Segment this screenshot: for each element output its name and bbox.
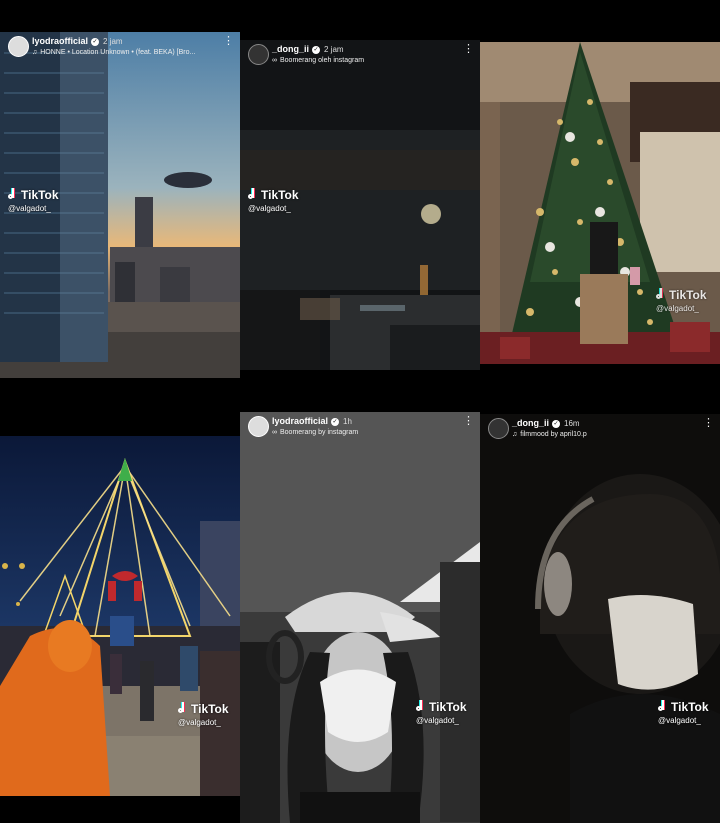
music-note-icon: ♫: [32, 49, 38, 56]
user-avatar[interactable]: [248, 44, 269, 65]
tiktok-logo-icon: [178, 702, 188, 714]
more-vertical-icon[interactable]: ⋮: [463, 416, 474, 427]
music-note-icon: ♫: [512, 431, 518, 438]
story-tile-night-window[interactable]: _dong_ii ✓ 2 jam ∞ Boomerang oleh instagram…: [240, 40, 480, 370]
infinity-icon: ∞: [272, 429, 277, 436]
more-vertical-icon[interactable]: ⋮: [703, 418, 714, 429]
verified-badge-icon: ✓: [552, 419, 561, 428]
story-username[interactable]: lyodraofficial ✓ 1h: [272, 416, 352, 426]
tiktok-logo-icon: [658, 700, 668, 712]
story-tile-bw-selfie[interactable]: lyodraofficial ✓ 1h ∞ Boomerang by instagra…: [240, 412, 480, 823]
user-avatar[interactable]: [248, 416, 269, 437]
tiktok-logo-icon: [656, 288, 666, 300]
tiktok-watermark: TikTok @valgadot_: [656, 288, 707, 313]
story-music-line[interactable]: ♫ HONNE • Location Unknown • (feat. BEKA)…: [32, 49, 195, 56]
verified-badge-icon: ✓: [91, 37, 100, 46]
story-tile-dark-portrait[interactable]: _dong_ii ✓ 16m ♫ filmmood by april10.p ⋮ Ti…: [480, 414, 720, 823]
story-tile-light-tree[interactable]: TikTok @valgadot_: [0, 436, 240, 796]
verified-badge-icon: ✓: [312, 45, 321, 54]
story-header: lyodraofficial ✓ 1h ∞ Boomerang by instagra…: [240, 412, 480, 452]
story-header: _dong_ii ✓ 16m ♫ filmmood by april10.p ⋮: [480, 414, 720, 454]
story-tile-christmas-tree[interactable]: TikTok @valgadot_: [480, 42, 720, 364]
light-tree-photo: [0, 436, 240, 796]
user-avatar[interactable]: [488, 418, 509, 439]
story-effect-line[interactable]: ∞ Boomerang oleh instagram: [272, 57, 364, 64]
story-tile-city-skyline[interactable]: lyodraofficial ✓ 2 jam ♫ HONNE • Location U…: [0, 32, 240, 378]
story-time: 1h: [343, 417, 352, 426]
story-effect-line[interactable]: ∞ Boomerang by instagram: [272, 429, 358, 436]
more-vertical-icon[interactable]: ⋮: [223, 36, 234, 47]
story-header: lyodraofficial ✓ 2 jam ♫ HONNE • Location U…: [0, 32, 240, 72]
bw-selfie-photo: [240, 412, 480, 823]
story-username[interactable]: lyodraofficial ✓ 2 jam: [32, 36, 123, 46]
more-vertical-icon[interactable]: ⋮: [463, 44, 474, 55]
story-time: 2 jam: [103, 37, 123, 46]
dark-portrait-photo: [480, 414, 720, 823]
tiktok-watermark: TikTok @valgadot_: [178, 702, 229, 727]
tiktok-watermark: TikTok @valgadot_: [416, 700, 467, 725]
story-username[interactable]: _dong_ii ✓ 16m: [512, 418, 580, 428]
tiktok-watermark: TikTok @valgadot_: [8, 188, 59, 213]
christmas-tree-photo: [480, 42, 720, 364]
story-username[interactable]: _dong_ii ✓ 2 jam: [272, 44, 344, 54]
tiktok-watermark: TikTok @valgadot_: [248, 188, 299, 213]
tiktok-logo-icon: [416, 700, 426, 712]
infinity-icon: ∞: [272, 57, 277, 64]
story-header: _dong_ii ✓ 2 jam ∞ Boomerang oleh instagram…: [240, 40, 480, 80]
tiktok-logo-icon: [248, 188, 258, 200]
story-time: 16m: [564, 419, 580, 428]
story-music-line[interactable]: ♫ filmmood by april10.p: [512, 431, 587, 438]
tiktok-logo-icon: [8, 188, 18, 200]
verified-badge-icon: ✓: [331, 417, 340, 426]
tiktok-watermark: TikTok @valgadot_: [658, 700, 709, 725]
user-avatar[interactable]: [8, 36, 29, 57]
story-time: 2 jam: [324, 45, 344, 54]
